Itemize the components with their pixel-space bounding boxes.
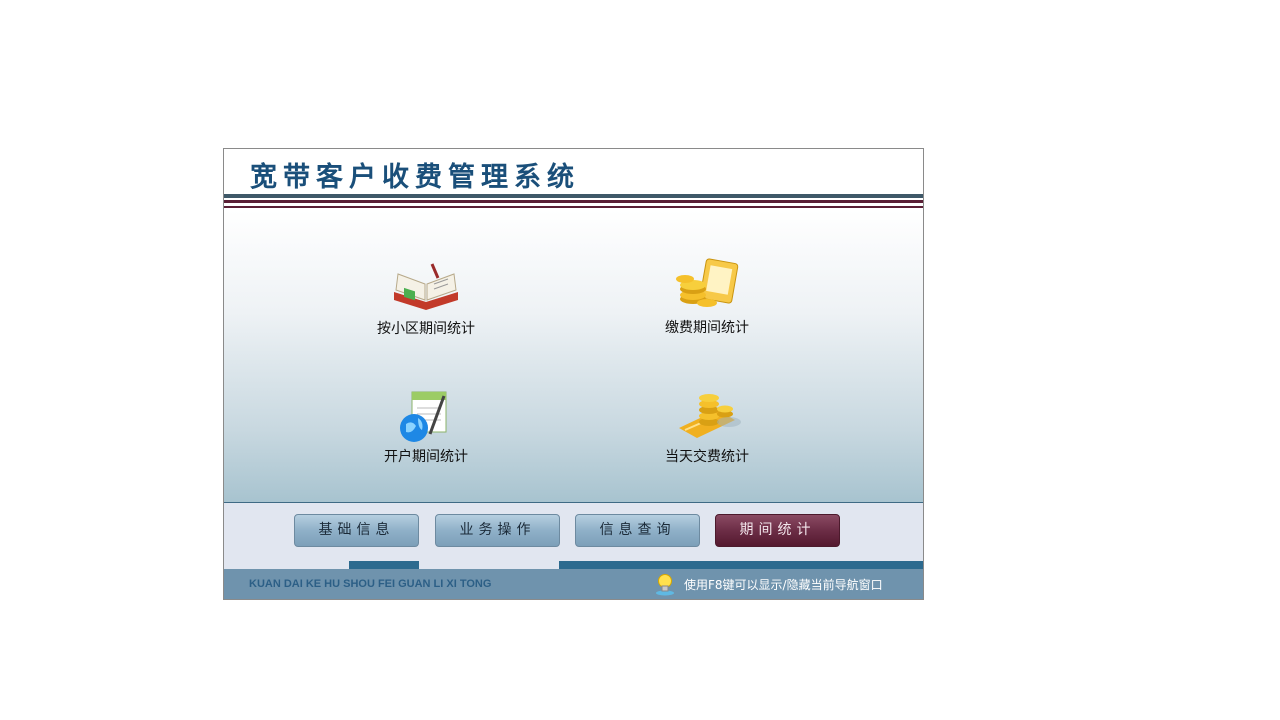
tab-strip-gap	[419, 561, 559, 569]
app-title: 宽带客户收费管理系统	[250, 162, 580, 193]
nav-button-period-stats[interactable]: 期间统计	[715, 514, 840, 547]
nav-button-info-query[interactable]: 信息查询	[575, 514, 700, 547]
nav-bar: 基础信息 业务操作 信息查询 期间统计	[224, 503, 923, 561]
app-window: 宽带客户收费管理系统 按小区期间统计 缴费期间统计 开户期间统计 当天交费统计 …	[223, 148, 924, 600]
menu-panel: 按小区期间统计 缴费期间统计 开户期间统计 当天交费统计	[224, 210, 923, 503]
nav-button-basic-info[interactable]: 基础信息	[294, 514, 419, 547]
menu-item-label: 当天交费统计	[665, 449, 749, 465]
nav-button-business-ops[interactable]: 业务操作	[435, 514, 560, 547]
footer-bar: KUAN DAI KE HU SHOU FEI GUAN LI XI TONG …	[224, 569, 923, 599]
title-divider-accent-thin	[224, 206, 923, 208]
menu-item-community-period-stats[interactable]: 按小区期间统计	[351, 262, 501, 338]
menu-item-label: 缴费期间统计	[665, 320, 749, 336]
title-divider-accent	[224, 200, 923, 203]
coins-document-icon	[676, 258, 739, 307]
tab-strip-gap	[224, 561, 349, 569]
lightbulb-icon	[656, 574, 674, 596]
footer-hint-text: 使用F8键可以显示/隐藏当前导航窗口	[684, 578, 883, 592]
title-bar: 宽带客户收费管理系统	[224, 149, 923, 194]
open-book-icon	[394, 263, 458, 310]
menu-item-label: 开户期间统计	[384, 449, 468, 465]
menu-item-account-opening-period-stats[interactable]: 开户期间统计	[351, 390, 501, 466]
menu-item-payment-period-stats[interactable]: 缴费期间统计	[632, 255, 782, 337]
footer-pinyin-title: KUAN DAI KE HU SHOU FEI GUAN LI XI TONG	[249, 578, 492, 590]
globe-notepad-icon	[400, 391, 447, 442]
menu-item-daily-payment-stats[interactable]: 当天交费统计	[632, 386, 782, 466]
coin-stack-icon	[679, 394, 741, 438]
menu-item-label: 按小区期间统计	[377, 321, 475, 337]
tab-strip	[224, 561, 923, 569]
title-divider	[224, 194, 923, 198]
